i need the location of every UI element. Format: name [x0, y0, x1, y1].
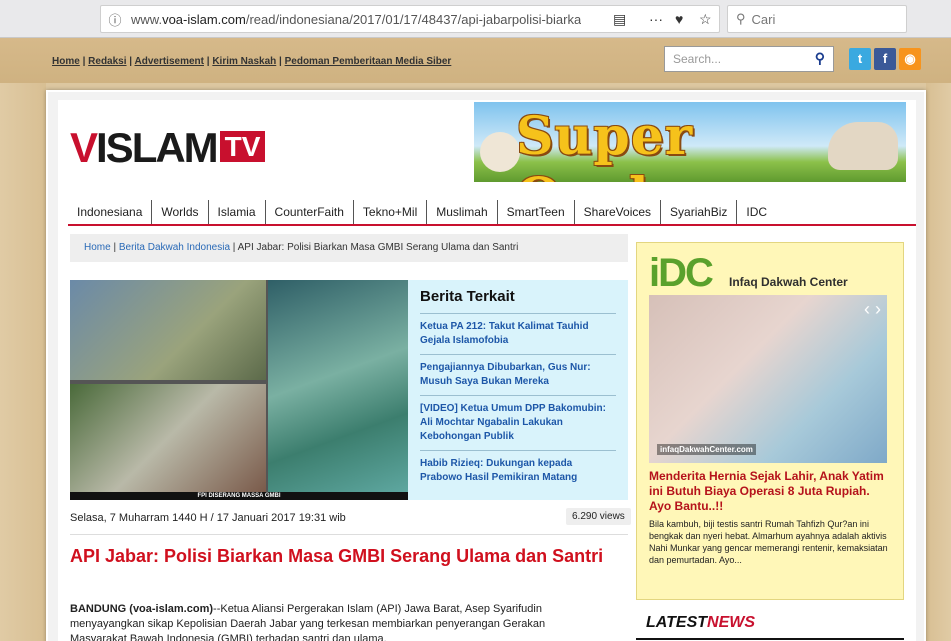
page-inner: VISLAMTV Super Qurban IndonesianaWorldsI… — [58, 100, 916, 641]
nav-idc[interactable]: IDC — [737, 200, 776, 224]
divider — [636, 638, 904, 640]
related-item[interactable]: Habib Rizieq: Dukungan kepada Prabowo Ha… — [420, 450, 616, 491]
browser-toolbar: ⓘ www.voa-islam.com/read/indonesiana/201… — [0, 0, 951, 38]
rss-icon[interactable]: ◉ — [899, 48, 921, 70]
pocket-icon[interactable]: ♥ — [675, 11, 683, 27]
article-photo: FPI DISERANG MASSA GMBI — [70, 280, 408, 500]
reader-view-icon[interactable]: ▤ — [613, 11, 626, 28]
related-item[interactable]: [VIDEO] Ketua Umum DPP Bakomubin: Ali Mo… — [420, 395, 616, 450]
facebook-icon[interactable]: f — [874, 48, 896, 70]
page-container: VISLAMTV Super Qurban IndonesianaWorldsI… — [46, 90, 926, 641]
site-logo[interactable]: VISLAM TV — [70, 124, 266, 172]
nav-sharevoices[interactable]: ShareVoices — [575, 200, 662, 224]
idc-ad-box[interactable]: iDC Infaq Dakwah Center ‹ › infaqDakwahC… — [636, 242, 904, 600]
photo-panel — [268, 280, 408, 492]
related-title: Berita Terkait — [420, 288, 515, 305]
article-title: API Jabar: Polisi Biarkan Masa GMBI Sera… — [70, 546, 604, 566]
idc-description: Bila kambuh, biji testis santri Rumah Ta… — [649, 519, 888, 565]
related-news-box: Berita Terkait Ketua PA 212: Takut Kalim… — [408, 280, 628, 500]
related-item[interactable]: Pengajiannya Dibubarkan, Gus Nur: Musuh … — [420, 354, 616, 395]
nav-smartteen[interactable]: SmartTeen — [498, 200, 575, 224]
toplink-pedoman[interactable]: Pedoman Pemberitaan Media Siber — [285, 56, 452, 67]
toplink-advertisement[interactable]: Advertisement — [135, 56, 204, 67]
wood-background-right — [926, 83, 951, 641]
nav-indonesiana[interactable]: Indonesiana — [68, 200, 153, 224]
breadcrumb-current: API Jabar: Polisi Biarkan Masa GMBI Sera… — [237, 242, 519, 253]
goat-image — [480, 132, 520, 172]
photo-panel — [70, 384, 266, 492]
browser-search-input[interactable]: ⚲ Cari — [727, 5, 907, 33]
top-links: Home | Redaksi | Advertisement | Kirim N… — [52, 56, 452, 67]
nav-worlds[interactable]: Worlds — [152, 200, 209, 224]
wood-background-left — [0, 83, 46, 641]
article-date: Selasa, 7 Muharram 1440 H / 17 Januari 2… — [70, 512, 346, 524]
idc-image[interactable]: ‹ › infaqDakwahCenter.com — [649, 295, 887, 463]
toplink-kirim-naskah[interactable]: Kirim Naskah — [212, 56, 276, 67]
article-body: BANDUNG (voa-islam.com)--Ketua Aliansi P… — [70, 602, 570, 641]
toplink-redaksi[interactable]: Redaksi — [88, 56, 126, 67]
more-icon[interactable]: ··· — [649, 11, 663, 27]
twitter-icon[interactable]: t — [849, 48, 871, 70]
breadcrumb-home[interactable]: Home — [84, 242, 111, 253]
cow-image — [828, 122, 898, 170]
breadcrumb-section[interactable]: Berita Dakwah Indonesia — [119, 242, 230, 253]
view-count-badge: 6.290 views — [566, 508, 631, 525]
url-text: www.voa-islam.com/read/indonesiana/2017/… — [131, 11, 581, 27]
search-icon[interactable]: ⚲ — [815, 50, 825, 67]
super-qurban-banner[interactable]: Super Qurban — [474, 102, 906, 182]
site-search-input[interactable]: Search... ⚲ — [664, 46, 834, 72]
nav-islamia[interactable]: Islamia — [209, 200, 266, 224]
photo-panel — [70, 280, 266, 380]
nav-counterfaith[interactable]: CounterFaith — [266, 200, 354, 224]
idc-header: iDC Infaq Dakwah Center — [649, 253, 891, 293]
address-bar[interactable]: ⓘ www.voa-islam.com/read/indonesiana/201… — [100, 5, 720, 33]
search-icon: ⚲ — [736, 11, 746, 26]
photo-caption: FPI DISERANG MASSA GMBI — [70, 492, 408, 500]
nav-tekno-mil[interactable]: Tekno+Mil — [354, 200, 428, 224]
slider-arrows-icon[interactable]: ‹ › — [864, 299, 881, 320]
bookmark-star-icon[interactable]: ☆ — [699, 11, 712, 28]
idc-headline[interactable]: Menderita Hernia Sejak Lahir, Anak Yatim… — [649, 469, 891, 514]
latest-news-heading: LATESTNEWS — [646, 614, 756, 631]
nav-syariahbiz[interactable]: SyariahBiz — [661, 200, 738, 224]
info-icon[interactable]: ⓘ — [107, 10, 123, 29]
related-item[interactable]: Ketua PA 212: Takut Kalimat Tauhid Gejal… — [420, 313, 616, 354]
idc-name: Infaq Dakwah Center — [729, 275, 848, 289]
idc-watermark: infaqDakwahCenter.com — [657, 444, 756, 455]
breadcrumb: Home | Berita Dakwah Indonesia | API Jab… — [70, 234, 628, 262]
nav-muslimah[interactable]: Muslimah — [427, 200, 498, 224]
article-dateline: BANDUNG (voa-islam.com) — [70, 603, 214, 615]
divider — [70, 534, 628, 535]
main-nav: Indonesiana Worlds Islamia CounterFaith Tekn… — [68, 200, 916, 226]
toplink-home[interactable]: Home — [52, 56, 80, 67]
